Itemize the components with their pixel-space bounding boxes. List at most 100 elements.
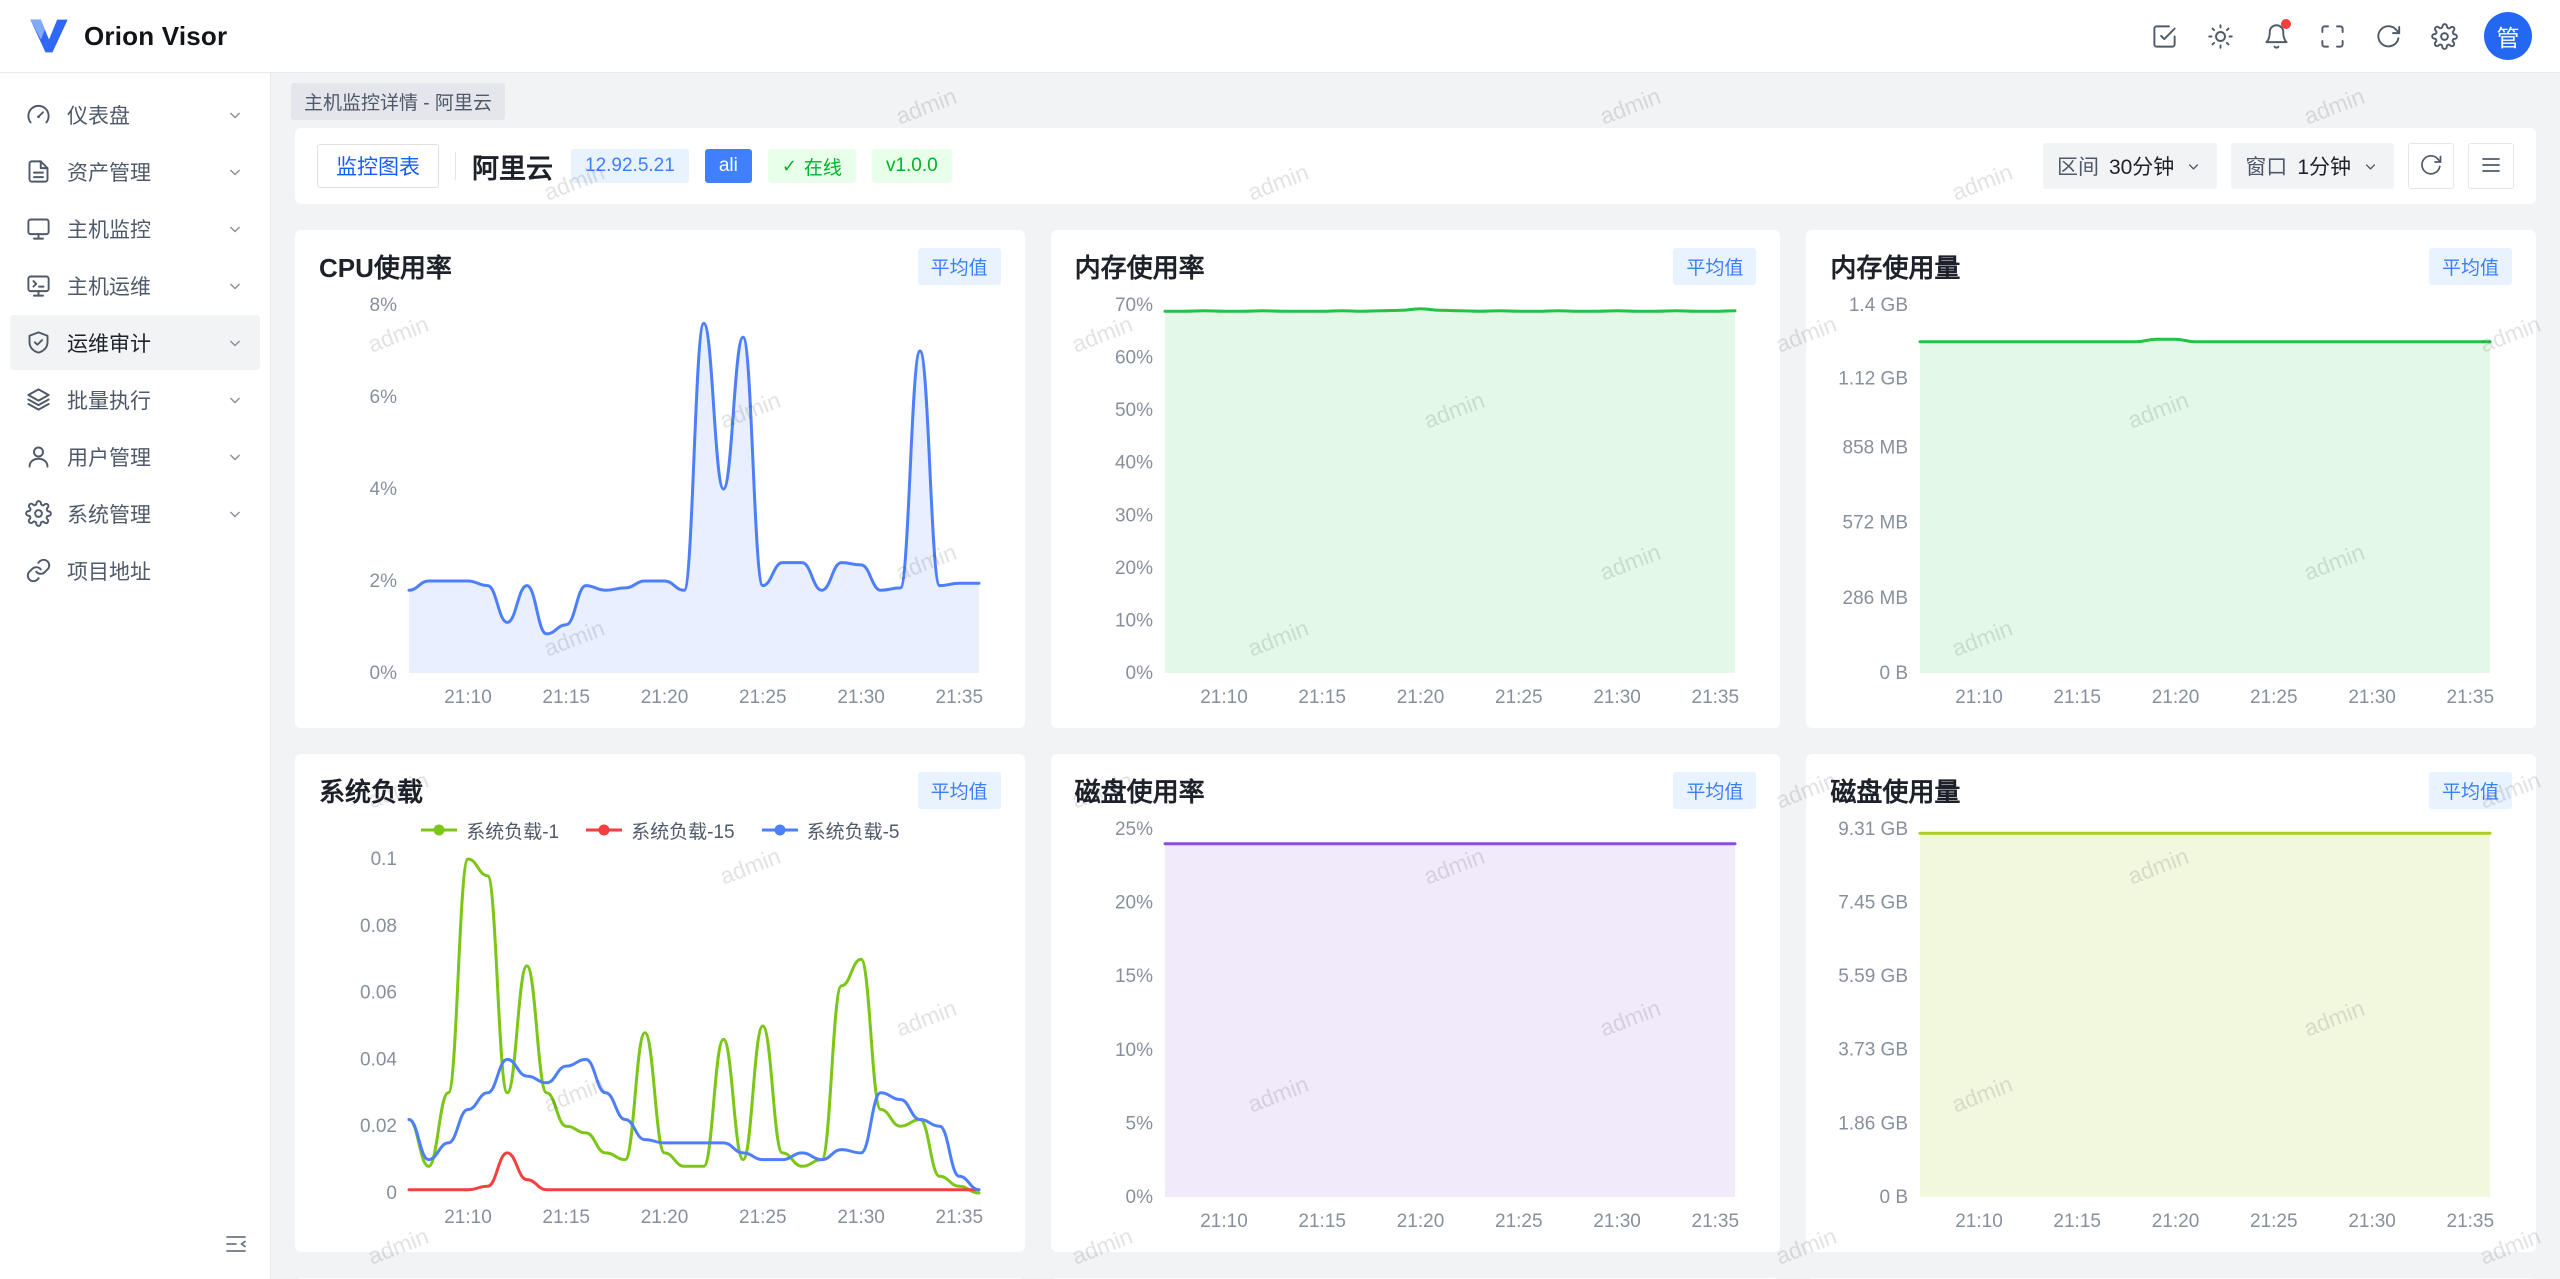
chart-title: 系统负载 <box>319 772 423 809</box>
svg-text:21:30: 21:30 <box>1593 1211 1641 1232</box>
sidebar-item-user[interactable]: 用户管理 <box>10 429 260 484</box>
svg-text:0.08: 0.08 <box>360 916 397 937</box>
svg-text:21:15: 21:15 <box>542 1207 590 1228</box>
svg-text:1.86 GB: 1.86 GB <box>1839 1114 1909 1135</box>
svg-text:0%: 0% <box>370 663 398 684</box>
collapse-sidebar-button[interactable] <box>216 1225 256 1265</box>
main-content: 主机监控详情 - 阿里云 监控图表 阿里云 12.92.5.21 ali ✓在线… <box>271 73 2560 1279</box>
chevron-down-icon <box>225 333 245 353</box>
host-status-label: 在线 <box>804 153 842 180</box>
svg-text:21:35: 21:35 <box>936 687 984 708</box>
dashboard-icon <box>25 101 52 128</box>
svg-text:21:35: 21:35 <box>936 1207 984 1228</box>
refresh-button[interactable] <box>2364 12 2412 60</box>
chart-title: 内存使用量 <box>1830 248 1960 285</box>
chart-plot: 0%10%20%30%40%50%60%70%21:1021:1521:2021… <box>1075 291 1755 713</box>
theme-button[interactable] <box>2196 12 2244 60</box>
chart-title: 内存使用率 <box>1075 248 1205 285</box>
svg-text:20%: 20% <box>1115 558 1153 579</box>
tasks-button[interactable] <box>2140 12 2188 60</box>
sidebar-item-label: 资产管理 <box>67 157 151 187</box>
legend-label: 系统负载-1 <box>466 817 559 844</box>
sidebar-item-dashboard[interactable]: 仪表盘 <box>10 87 260 142</box>
svg-text:25%: 25% <box>1115 819 1153 840</box>
chevron-down-icon <box>225 504 245 524</box>
sidebar-item-audit[interactable]: 运维审计 <box>10 315 260 370</box>
fullscreen-button[interactable] <box>2308 12 2356 60</box>
sidebar-item-label: 系统管理 <box>67 499 151 529</box>
interval-select[interactable]: 区间 30分钟 <box>2043 143 2217 189</box>
chart-title: CPU使用率 <box>319 248 452 285</box>
audit-icon <box>25 329 52 356</box>
chevron-down-icon <box>2361 157 2380 176</box>
legend-label: 系统负载-15 <box>631 817 734 844</box>
legend-item[interactable]: 系统负载-1 <box>420 817 559 844</box>
average-badge: 平均值 <box>2429 248 2512 285</box>
svg-text:4%: 4% <box>370 479 398 500</box>
chart-card: CPU使用率 平均值 0%2%4%6%8%21:1021:1521:2021:2… <box>295 230 1025 728</box>
svg-text:21:20: 21:20 <box>1396 687 1444 708</box>
chart-card-header: 系统负载 平均值 <box>319 772 1001 809</box>
window-select[interactable]: 窗口 1分钟 <box>2231 143 2394 189</box>
svg-text:0.02: 0.02 <box>360 1116 397 1137</box>
svg-text:0%: 0% <box>1125 663 1153 684</box>
chart-list-button[interactable] <box>2468 143 2514 189</box>
svg-text:0 B: 0 B <box>1880 1187 1909 1208</box>
svg-text:1.12 GB: 1.12 GB <box>1839 369 1909 390</box>
svg-text:21:15: 21:15 <box>1298 687 1346 708</box>
tasks-icon <box>2151 23 2178 50</box>
sidebar-item-ops[interactable]: 主机运维 <box>10 258 260 313</box>
legend-item[interactable]: 系统负载-15 <box>585 817 734 844</box>
chart-card-header: 内存使用率 平均值 <box>1075 248 1757 285</box>
chart-card-header: 磁盘使用量 平均值 <box>1830 772 2512 809</box>
legend-marker-icon <box>420 823 458 837</box>
average-badge: 平均值 <box>918 772 1001 809</box>
chevron-down-icon <box>225 276 245 296</box>
sidebar-item-batch[interactable]: 批量执行 <box>10 372 260 427</box>
settings-button[interactable] <box>2420 12 2468 60</box>
notifications-button[interactable] <box>2252 12 2300 60</box>
average-badge: 平均值 <box>1673 772 1756 809</box>
refresh-icon <box>2375 23 2402 50</box>
svg-text:21:30: 21:30 <box>1593 687 1641 708</box>
sidebar-item-monitor[interactable]: 主机监控 <box>10 201 260 256</box>
svg-text:21:35: 21:35 <box>1691 1211 1739 1232</box>
menu-fold-icon <box>224 1232 248 1259</box>
sidebar-item-label: 仪表盘 <box>67 100 130 130</box>
svg-text:21:30: 21:30 <box>2349 687 2397 708</box>
svg-text:21:20: 21:20 <box>641 687 689 708</box>
host-header-card: 监控图表 阿里云 12.92.5.21 ali ✓在线 v1.0.0 区间 30… <box>295 128 2536 204</box>
svg-text:0.06: 0.06 <box>360 983 397 1004</box>
interval-select-value: 30分钟 <box>2109 151 2174 181</box>
refresh-icon <box>2419 153 2443 180</box>
svg-text:30%: 30% <box>1115 505 1153 526</box>
legend-label: 系统负载-5 <box>807 817 900 844</box>
monitor-chart-toggle-button[interactable]: 监控图表 <box>317 144 439 188</box>
sidebar-item-system[interactable]: 系统管理 <box>10 486 260 541</box>
svg-text:21:25: 21:25 <box>2250 1211 2298 1232</box>
main-layout: 仪表盘 资产管理 主机监控 主机运维 运维审计 批量执行 用户管理 系统管理 项… <box>0 73 2560 1279</box>
monitor-icon <box>25 215 52 242</box>
average-badge: 平均值 <box>1673 248 1756 285</box>
sidebar-item-label: 批量执行 <box>67 385 151 415</box>
svg-text:21:20: 21:20 <box>641 1207 689 1228</box>
link-icon <box>25 557 52 584</box>
legend-item[interactable]: 系统负载-5 <box>761 817 900 844</box>
breadcrumb-tag[interactable]: 主机监控详情 - 阿里云 <box>291 83 505 120</box>
svg-text:21:20: 21:20 <box>2152 1211 2200 1232</box>
app-root: Orion Visor 管 仪表盘 资产管理 主机监控 主机运维 运维审计 批量… <box>0 0 2560 1279</box>
chevron-down-icon <box>225 105 245 125</box>
host-code-tag: ali <box>705 149 752 183</box>
svg-text:10%: 10% <box>1115 610 1153 631</box>
notification-dot <box>2281 19 2291 29</box>
sidebar-item-link[interactable]: 项目地址 <box>10 543 260 598</box>
svg-text:286 MB: 286 MB <box>1843 588 1908 609</box>
svg-text:21:30: 21:30 <box>837 1207 885 1228</box>
sidebar-item-asset[interactable]: 资产管理 <box>10 144 260 199</box>
topbar: Orion Visor 管 <box>0 0 2560 73</box>
user-avatar[interactable]: 管 <box>2484 12 2532 60</box>
refresh-charts-button[interactable] <box>2408 143 2454 189</box>
host-version-tag: v1.0.0 <box>872 149 952 183</box>
svg-text:0.1: 0.1 <box>371 849 397 870</box>
chart-controls: 区间 30分钟 窗口 1分钟 <box>2043 143 2514 189</box>
